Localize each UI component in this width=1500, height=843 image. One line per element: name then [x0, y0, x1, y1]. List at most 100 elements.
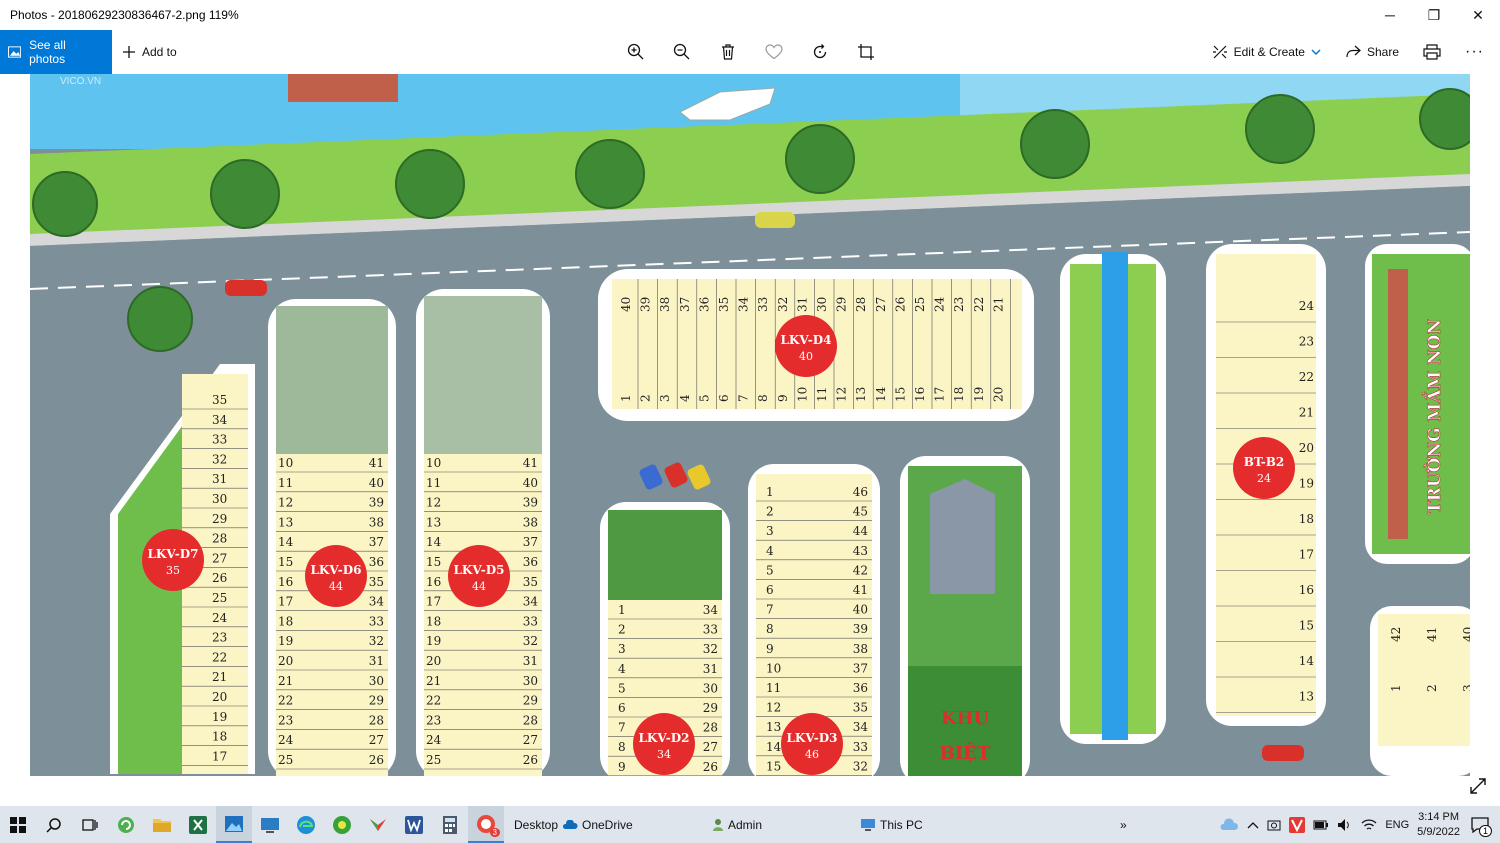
taskbar-app-excel[interactable]	[180, 806, 216, 843]
desktop-label: Desktop	[514, 817, 559, 832]
lot-number: 38	[658, 297, 672, 312]
zoom-in-button[interactable]	[620, 36, 652, 68]
lot-number: 26	[212, 571, 227, 585]
taskbar-app-word[interactable]	[396, 806, 432, 843]
taskbar-app-browser[interactable]	[324, 806, 360, 843]
lot-number: 10	[795, 387, 809, 402]
lot-number: 3	[618, 642, 626, 656]
taskbar-app-calculator[interactable]	[432, 806, 468, 843]
block-lot-count: 24	[1257, 472, 1271, 485]
lot-number: 32	[776, 297, 790, 312]
volume-icon[interactable]	[1337, 818, 1353, 832]
lot-number: 3	[766, 524, 774, 538]
task-view-button[interactable]	[72, 806, 108, 843]
battery-icon[interactable]	[1313, 819, 1329, 831]
lot-number: 13	[426, 515, 441, 529]
user-icon	[713, 818, 723, 831]
block-name: LKV-D3	[786, 731, 837, 745]
lot-number: 22	[212, 650, 227, 664]
lot-number: 14	[278, 535, 294, 549]
start-button[interactable]	[0, 806, 36, 843]
edit-create-button[interactable]: Edit & Create	[1202, 30, 1331, 74]
chevron-up-icon[interactable]	[1247, 820, 1259, 830]
lot-number: 11	[766, 681, 781, 695]
lot-number: 17	[426, 595, 441, 609]
taskbar-app-remote[interactable]	[252, 806, 288, 843]
vivaldi-tray-icon[interactable]	[1289, 816, 1306, 833]
print-button[interactable]	[1413, 30, 1451, 74]
favorite-button[interactable]	[758, 36, 790, 68]
lot-number: 22	[278, 694, 293, 708]
lot-number: 21	[212, 670, 227, 684]
globe-icon	[333, 815, 351, 834]
lot-number: 12	[278, 496, 293, 510]
toolbar-overflow-button[interactable]: »	[1120, 818, 1140, 832]
taskbar-app-edge[interactable]	[288, 806, 324, 843]
lot-number: 26	[523, 753, 538, 767]
lot-number: 39	[523, 496, 538, 510]
onedrive-toolbar[interactable]: OneDrive	[562, 818, 712, 832]
lot-number: 5	[618, 681, 626, 695]
khu-biet-line1: KHU	[941, 708, 990, 729]
lot-number: 28	[523, 713, 538, 727]
onedrive-label: OneDrive	[582, 817, 633, 832]
notification-center-button[interactable]: 1	[1468, 813, 1492, 837]
lot-number: 40	[523, 476, 538, 490]
language-indicator[interactable]: ENG	[1385, 819, 1409, 831]
lot-number: 44	[853, 524, 869, 538]
taskbar-app-explorer[interactable]	[144, 806, 180, 843]
crop-button[interactable]	[850, 36, 882, 68]
camera-tray-icon[interactable]	[1267, 818, 1281, 832]
lot-number: 2	[618, 623, 626, 637]
see-all-photos-button[interactable]: See all photos	[0, 30, 112, 74]
wifi-icon[interactable]	[1361, 818, 1377, 832]
lot-number: 24	[1299, 299, 1315, 313]
taskbar-app-zalo[interactable]: 3	[468, 806, 504, 843]
add-to-button[interactable]: Add to	[112, 30, 187, 74]
lot-number: 38	[853, 642, 868, 656]
search-button[interactable]	[36, 806, 72, 843]
heart-icon	[765, 44, 783, 60]
lot-number: 8	[618, 740, 626, 754]
admin-toolbar[interactable]: Admin	[712, 818, 860, 832]
edit-icon	[1212, 45, 1227, 59]
lot-number: 6	[766, 583, 774, 597]
onedrive-tray-icon[interactable]	[1219, 817, 1239, 832]
lot-number: 10	[766, 661, 781, 675]
lot-number: 17	[933, 387, 947, 402]
close-button[interactable]: ✕	[1456, 0, 1500, 30]
lot-number: 9	[766, 642, 774, 656]
clock[interactable]: 3:14 PM 5/9/2022	[1417, 810, 1460, 840]
thispc-toolbar[interactable]: This PC	[860, 818, 1120, 832]
windows-logo-icon	[10, 816, 26, 833]
more-button[interactable]: ···	[1455, 30, 1494, 74]
delete-button[interactable]	[712, 36, 744, 68]
restore-button[interactable]: ❐	[1412, 0, 1456, 30]
desktop-toolbar[interactable]: Desktop	[514, 818, 562, 832]
lot-number: 40	[369, 476, 384, 490]
taskbar-app-vivaldi[interactable]	[360, 806, 396, 843]
lot-number: 29	[835, 297, 849, 312]
rotate-button[interactable]	[804, 36, 836, 68]
share-button[interactable]: Share	[1335, 30, 1409, 74]
lot-number: 37	[523, 535, 538, 549]
lot-number: 29	[369, 694, 384, 708]
zoom-out-button[interactable]	[666, 36, 698, 68]
lot-number: 33	[756, 297, 770, 312]
notification-count: 1	[1478, 824, 1492, 837]
lot-number: 20	[212, 690, 227, 704]
lot-number: 28	[369, 713, 384, 727]
lot-number: 35	[369, 575, 384, 589]
lot-number: 14	[1299, 654, 1315, 668]
lot-number: 23	[952, 297, 966, 312]
window-title: Photos - 20180629230836467-2.png 119%	[10, 8, 239, 22]
bird-icon	[370, 818, 386, 831]
taskbar-app-refresh[interactable]	[108, 806, 144, 843]
taskbar-app-photos[interactable]	[216, 806, 252, 843]
lot-number: 31	[795, 297, 809, 312]
excel-icon	[189, 815, 207, 834]
minimize-button[interactable]: ─	[1368, 0, 1412, 30]
fullscreen-expand-icon[interactable]	[1468, 776, 1488, 796]
remote-desktop-icon	[261, 817, 279, 833]
block-lot-count: 44	[329, 580, 343, 593]
